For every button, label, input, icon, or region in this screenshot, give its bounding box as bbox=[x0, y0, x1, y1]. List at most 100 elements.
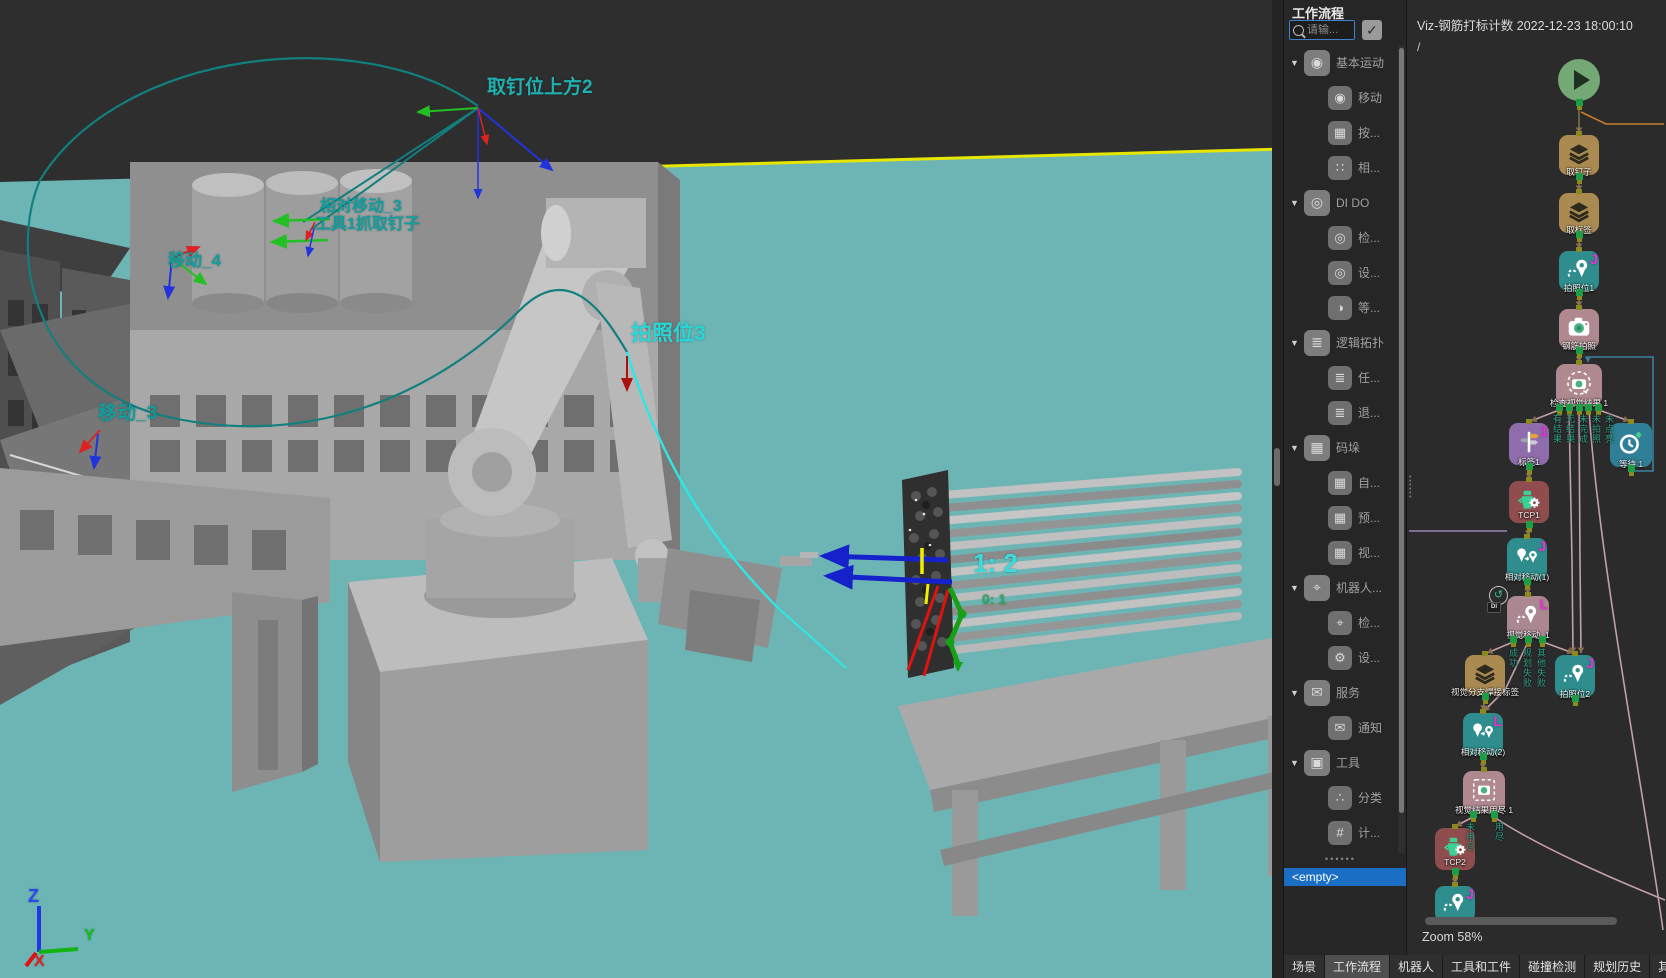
tree-item-pallet-vision[interactable]: ▦视... bbox=[1284, 535, 1397, 570]
output-port[interactable] bbox=[1572, 695, 1579, 702]
node-取标签[interactable]: 取标签 bbox=[1559, 193, 1599, 233]
tree-item-classify[interactable]: ∴分类 bbox=[1284, 780, 1397, 815]
input-port[interactable] bbox=[1576, 247, 1582, 252]
output-port[interactable] bbox=[1482, 693, 1489, 700]
graph-hscrollbar[interactable] bbox=[1425, 917, 1617, 925]
tab-其他[interactable]: 其他 bbox=[1650, 955, 1666, 978]
tree-item-message[interactable]: ▼✉服务 bbox=[1284, 675, 1397, 710]
tree-item-pallet-grid[interactable]: ▦预... bbox=[1284, 500, 1397, 535]
node-视觉移动_1[interactable]: L视觉移动_1 bbox=[1507, 596, 1549, 638]
tree-item-pin-grid[interactable]: ▦按... bbox=[1284, 115, 1397, 150]
node-相对移动(2)[interactable]: L相对移动(2) bbox=[1463, 713, 1503, 755]
expand-arrow-icon[interactable]: ▼ bbox=[1290, 198, 1299, 208]
input-port[interactable] bbox=[1526, 477, 1532, 482]
expand-arrow-icon[interactable]: ▼ bbox=[1290, 338, 1299, 348]
output-port[interactable] bbox=[1525, 636, 1532, 643]
expand-arrow-icon[interactable]: ▼ bbox=[1290, 758, 1299, 768]
output-port[interactable] bbox=[1526, 463, 1533, 470]
viewport-scrollbar[interactable] bbox=[1272, 0, 1283, 978]
tab-机器人[interactable]: 机器人 bbox=[1390, 955, 1443, 978]
3d-viewport[interactable]: 取钉位上方2相对移动_3工具1抓取钉子移动_4拍照位3移动_31: 20: 1Z… bbox=[0, 0, 1283, 978]
node-拍照位2[interactable]: J拍照位2 bbox=[1555, 655, 1595, 697]
tab-场景[interactable]: 场景 bbox=[1284, 955, 1325, 978]
output-port[interactable] bbox=[1539, 636, 1546, 643]
output-port[interactable] bbox=[1491, 811, 1498, 818]
input-port[interactable] bbox=[1524, 534, 1530, 539]
tree-scroll-thumb[interactable] bbox=[1399, 48, 1404, 813]
output-port[interactable] bbox=[1480, 753, 1487, 760]
search-box[interactable] bbox=[1289, 20, 1355, 40]
output-port[interactable] bbox=[1576, 289, 1583, 296]
input-port[interactable] bbox=[1525, 592, 1531, 597]
output-port[interactable] bbox=[1576, 173, 1583, 180]
output-port[interactable] bbox=[1556, 404, 1563, 411]
output-port[interactable] bbox=[1576, 404, 1583, 411]
output-port[interactable] bbox=[1524, 578, 1531, 585]
input-port[interactable] bbox=[1482, 651, 1488, 656]
input-port[interactable] bbox=[1576, 131, 1582, 136]
tree-item-layers-exit[interactable]: ≣退... bbox=[1284, 395, 1397, 430]
output-port[interactable] bbox=[1576, 99, 1583, 106]
selected-item-empty[interactable]: <empty> bbox=[1284, 868, 1407, 886]
node-钢筋拍照[interactable]: 钢筋拍照 bbox=[1559, 309, 1599, 349]
search-input[interactable] bbox=[1304, 24, 1354, 36]
tree-item-message-notify[interactable]: ✉通知 bbox=[1284, 710, 1397, 745]
output-port[interactable] bbox=[1576, 231, 1583, 238]
node-标签1[interactable]: 1标签1 bbox=[1509, 423, 1549, 465]
tab-碰撞检测[interactable]: 碰撞检测 bbox=[1520, 955, 1585, 978]
tree-item-di-check[interactable]: ◎检... bbox=[1284, 220, 1397, 255]
tab-工具和工件[interactable]: 工具和工件 bbox=[1443, 955, 1520, 978]
input-port[interactable] bbox=[1576, 360, 1582, 365]
input-port[interactable] bbox=[1452, 824, 1458, 829]
filter-checkbox[interactable]: ✓ bbox=[1362, 20, 1382, 40]
tab-工作流程[interactable]: 工作流程 bbox=[1325, 955, 1390, 978]
expand-arrow-icon[interactable]: ▼ bbox=[1290, 583, 1299, 593]
input-port[interactable] bbox=[1481, 767, 1487, 772]
tree-item-layers-task[interactable]: ≣任... bbox=[1284, 360, 1397, 395]
tree-item-circle-set[interactable]: ◎设... bbox=[1284, 255, 1397, 290]
tree-item-circle[interactable]: ▼◎DI DO bbox=[1284, 185, 1397, 220]
tree-item-robot[interactable]: ▼⌖机器人... bbox=[1284, 570, 1397, 605]
input-port[interactable] bbox=[1576, 305, 1582, 310]
input-port[interactable] bbox=[1628, 419, 1634, 424]
input-port[interactable] bbox=[1452, 882, 1458, 887]
tree-item-pallet[interactable]: ▼▦码垛 bbox=[1284, 430, 1397, 465]
tree-item-pin[interactable]: ▼◉基本运动 bbox=[1284, 45, 1397, 80]
tree-item-toolbox[interactable]: ▼▣工具 bbox=[1284, 745, 1397, 780]
output-port[interactable] bbox=[1526, 521, 1533, 528]
output-port[interactable] bbox=[1470, 811, 1477, 818]
node-视觉分支焊接标签[interactable]: 视觉分支焊接标签 bbox=[1465, 655, 1505, 695]
tree-item-robot-set[interactable]: ⚙设... bbox=[1284, 640, 1397, 675]
tree-item-layers[interactable]: ▼≣逻辑拓扑 bbox=[1284, 325, 1397, 360]
output-port[interactable] bbox=[1452, 868, 1459, 875]
output-port[interactable] bbox=[1510, 636, 1517, 643]
node-相对移动(1)[interactable]: J相对移动(1) bbox=[1507, 538, 1547, 580]
node-TCP1[interactable]: TCP1 bbox=[1509, 481, 1549, 523]
input-port[interactable] bbox=[1526, 419, 1532, 424]
tree-item-numbers[interactable]: #计... bbox=[1284, 815, 1397, 850]
tree-item-di-wait[interactable]: ◑等... bbox=[1284, 290, 1397, 325]
input-port[interactable] bbox=[1480, 709, 1486, 714]
output-port[interactable] bbox=[1628, 465, 1635, 472]
output-port[interactable] bbox=[1566, 404, 1573, 411]
viewport-scroll-thumb[interactable] bbox=[1274, 448, 1280, 486]
tree-item-pin-move[interactable]: ◉移动 bbox=[1284, 80, 1397, 115]
workflow-graph-panel[interactable]: Viz-钢筋打标计数 2022-12-23 18:00:10 / •••••• … bbox=[1406, 0, 1666, 955]
tree-item-pallet-edit[interactable]: ▦自... bbox=[1284, 465, 1397, 500]
input-port[interactable] bbox=[1576, 189, 1582, 194]
input-port[interactable] bbox=[1572, 651, 1578, 656]
node-视觉结果用尽 1[interactable]: 视觉结果用尽 1 bbox=[1463, 771, 1505, 813]
output-port[interactable] bbox=[1595, 404, 1602, 411]
play-node[interactable] bbox=[1558, 59, 1600, 101]
output-port[interactable] bbox=[1585, 404, 1592, 411]
output-port[interactable] bbox=[1576, 347, 1583, 354]
node-拍照位1[interactable]: J拍照位1 bbox=[1559, 251, 1599, 291]
tree-item-pin-pair[interactable]: ∷相... bbox=[1284, 150, 1397, 185]
tree-scrollbar[interactable] bbox=[1398, 45, 1405, 853]
node-等待 1[interactable]: 等待 1 bbox=[1610, 423, 1652, 467]
panel-drag-handle[interactable]: •••••• bbox=[1284, 854, 1397, 864]
expand-arrow-icon[interactable]: ▼ bbox=[1290, 688, 1299, 698]
tab-规划历史[interactable]: 规划历史 bbox=[1585, 955, 1650, 978]
expand-arrow-icon[interactable]: ▼ bbox=[1290, 443, 1299, 453]
tree-item-robot-check[interactable]: ⌖检... bbox=[1284, 605, 1397, 640]
